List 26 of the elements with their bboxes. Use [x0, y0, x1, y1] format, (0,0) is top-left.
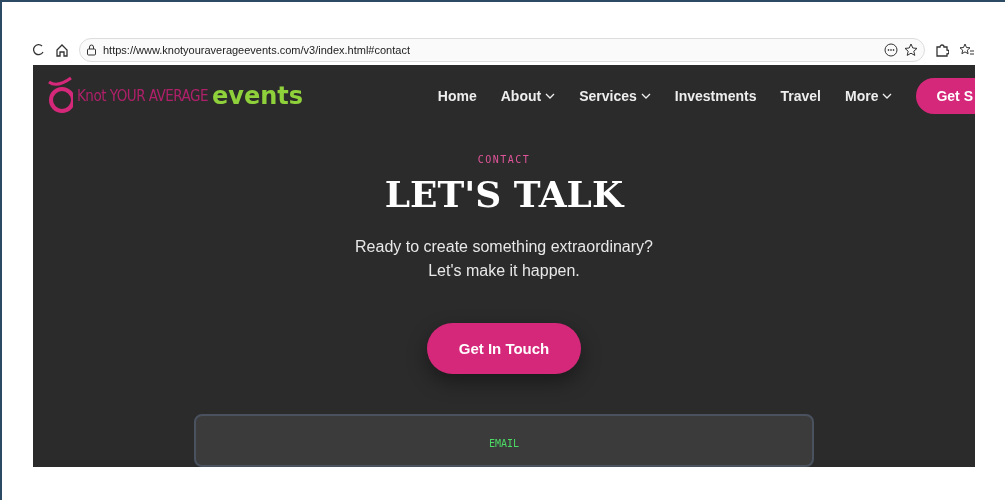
home-icon[interactable] [55, 43, 69, 57]
logo[interactable]: Knot YOUR AVERAGE events [47, 75, 304, 116]
star-icon[interactable] [904, 43, 918, 57]
nav-link[interactable]: More [844, 87, 893, 104]
subtitle: Ready to create something extraordinary? [355, 237, 653, 258]
reload-icon[interactable] [33, 43, 45, 57]
nav-link[interactable]: Investments [674, 87, 757, 104]
section-label: CONTACT [477, 154, 531, 166]
nav-link[interactable]: About [500, 87, 556, 104]
page-heading: LET'S TALK [384, 173, 624, 216]
lock-icon [86, 44, 97, 56]
chevron-down-icon [545, 92, 556, 99]
get-in-touch-button[interactable]: Get In Touch [426, 323, 582, 375]
puzzle-icon[interactable] [935, 43, 949, 57]
nav-button[interactable]: Get S [916, 77, 975, 114]
more-icon[interactable] [884, 43, 898, 57]
address-bar[interactable]: https://www.knotyouraverageevents.com/v3/index.html#contact [79, 38, 925, 62]
knot-ring-icon [47, 75, 73, 116]
subtitle: Let's make it happen. [427, 261, 581, 282]
chevron-down-icon [640, 92, 651, 99]
nav-link[interactable]: Services [579, 87, 651, 104]
nav-link[interactable]: Home [437, 87, 477, 104]
favorites-icon[interactable] [959, 43, 975, 57]
card-label: EMAIL [488, 438, 520, 452]
nav-link[interactable]: Travel [780, 87, 821, 104]
chevron-down-icon [882, 92, 893, 99]
